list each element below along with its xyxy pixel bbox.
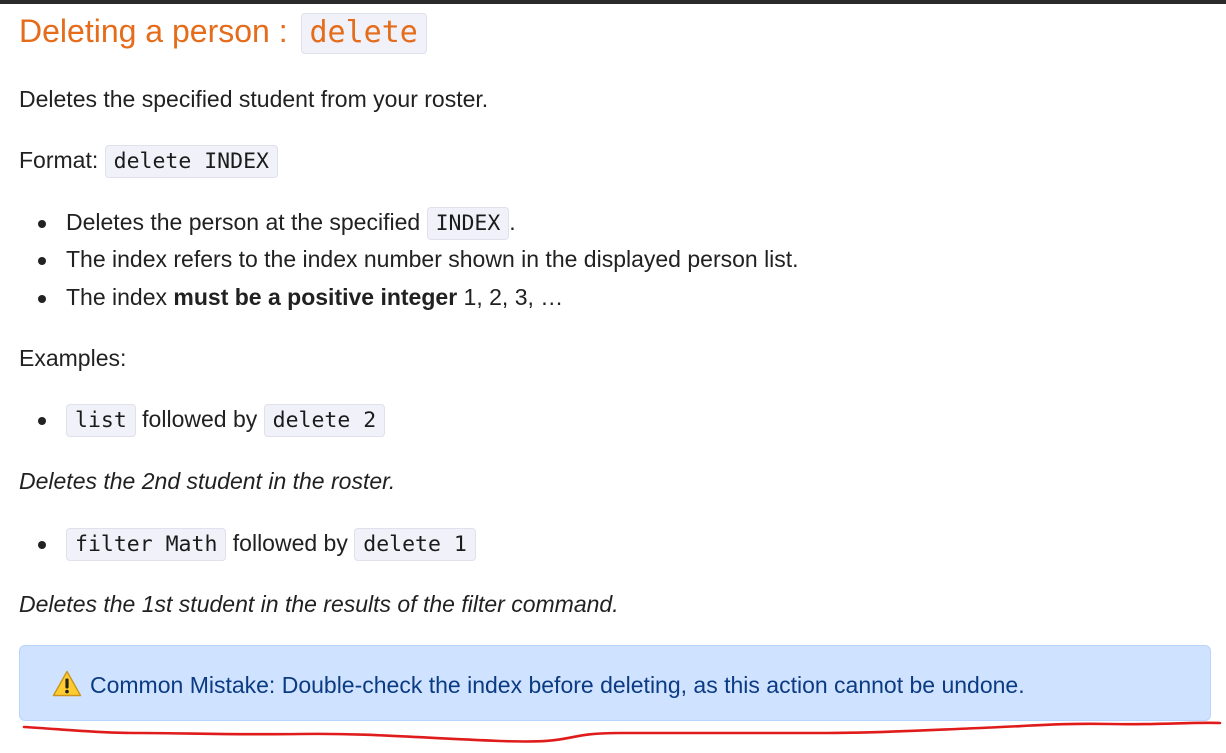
- warning-callout: Common Mistake: Double-check the index b…: [19, 645, 1211, 721]
- index-code: INDEX: [426, 207, 510, 240]
- page-title-text: Deleting a person :: [19, 13, 297, 49]
- rule-emphasis: must be a positive integer: [173, 284, 458, 310]
- example-code: delete 1: [354, 528, 476, 561]
- example-list-2: filter Math followed by delete 1: [19, 528, 476, 561]
- example-connector: followed by: [226, 530, 355, 556]
- example-list-1: list followed by delete 2: [19, 404, 386, 437]
- format-line: Format: delete INDEX: [19, 145, 278, 178]
- example-note-text: Deletes the 2nd student in the roster.: [19, 468, 396, 494]
- rule-text: Deletes the person at the specified: [66, 209, 427, 235]
- rule-text-end: .: [509, 209, 516, 235]
- format-code: delete INDEX: [104, 145, 278, 178]
- list-item: list followed by delete 2: [19, 404, 386, 437]
- list-item: filter Math followed by delete 1: [19, 528, 476, 561]
- example-code: list: [66, 404, 136, 437]
- description: Deletes the specified student from your …: [19, 86, 489, 112]
- example-code: delete 2: [263, 404, 386, 437]
- warning-icon: [52, 670, 82, 704]
- command-code: delete: [300, 13, 427, 54]
- rule-text-end: 1, 2, 3, …: [457, 284, 564, 310]
- list-item: The index refers to the index number sho…: [19, 244, 799, 282]
- rule-text: The index: [66, 284, 174, 310]
- example-note: Deletes the 1st student in the results o…: [19, 589, 619, 619]
- example-connector: followed by: [135, 406, 264, 432]
- list-item: The index must be a positive integer 1, …: [19, 282, 799, 320]
- format-label: Format:: [19, 147, 105, 173]
- example-note-text: Deletes the 1st student in the results o…: [19, 591, 619, 617]
- callout-body: Common Mistake: Double-check the index b…: [52, 670, 1025, 704]
- example-code: filter Math: [66, 528, 227, 561]
- rule-text: The index refers to the index number sho…: [66, 246, 799, 272]
- rules-list: Deletes the person at the specified INDE…: [19, 207, 799, 320]
- example-note: Deletes the 2nd student in the roster.: [19, 466, 395, 496]
- top-border: [0, 0, 1226, 4]
- callout-text: Common Mistake: Double-check the index b…: [90, 672, 1025, 698]
- examples-label: Examples:: [19, 345, 127, 371]
- list-item: Deletes the person at the specified INDE…: [19, 207, 799, 244]
- page-title: Deleting a person : delete: [19, 10, 427, 54]
